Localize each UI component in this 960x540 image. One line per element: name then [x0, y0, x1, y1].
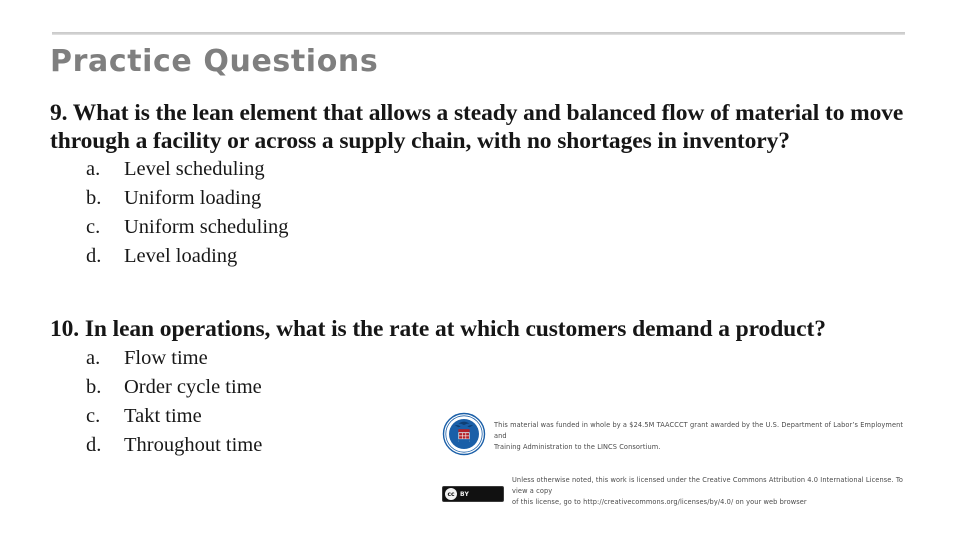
- option-marker: d.: [86, 245, 102, 267]
- creative-commons-icon[interactable]: cc BY: [442, 486, 504, 502]
- slide-canvas: Practice Questions 9. What is the lean e…: [0, 0, 960, 540]
- option-marker: c.: [86, 404, 101, 427]
- option-label: Uniform scheduling: [124, 216, 289, 238]
- footer-attribution: This material was funded in whole by a $…: [442, 412, 912, 508]
- option-label: Uniform loading: [124, 187, 262, 209]
- option-marker: a.: [86, 346, 101, 369]
- dol-seal-icon: [442, 412, 486, 456]
- grant-line-2: Training Administration to the LINCS Con…: [494, 443, 661, 451]
- grant-attribution-text: This material was funded in whole by a $…: [494, 412, 912, 453]
- option-marker: c.: [86, 216, 101, 238]
- license-attribution-text: Unless otherwise noted, this work is lic…: [512, 475, 912, 508]
- cc-by-mark: BY: [460, 490, 470, 498]
- license-line-1: Unless otherwise noted, this work is lic…: [512, 476, 903, 495]
- option-label: Flow time: [124, 346, 208, 369]
- question-prompt-10: 10. In lean operations, what is the rate…: [50, 316, 826, 342]
- option-marker: d.: [86, 433, 102, 456]
- option-marker: b.: [86, 187, 102, 209]
- question-block-9: 9. What is the lean element that allows …: [50, 100, 910, 271]
- title-divider-rule: [52, 32, 905, 35]
- grant-attribution-row: This material was funded in whole by a $…: [442, 412, 912, 456]
- slide-body: 9. What is the lean element that allows …: [50, 100, 910, 460]
- option-label: Level loading: [124, 245, 238, 267]
- list-item[interactable]: d. Level loading: [50, 242, 910, 271]
- option-label: Level scheduling: [124, 158, 265, 180]
- list-item[interactable]: c. Uniform scheduling: [50, 213, 910, 242]
- grant-line-1: This material was funded in whole by a $…: [494, 421, 904, 440]
- license-attribution-row: cc BY Unless otherwise noted, this work …: [442, 475, 912, 508]
- option-list-9: a. Level scheduling b. Uniform loading c…: [50, 155, 910, 271]
- list-item[interactable]: b. Order cycle time: [50, 373, 910, 402]
- option-marker: a.: [86, 158, 101, 180]
- list-item[interactable]: a. Flow time: [50, 344, 910, 373]
- page-title: Practice Questions: [50, 44, 379, 79]
- cc-mark: cc: [445, 488, 457, 500]
- license-line-2: of this license, go to http://creativeco…: [512, 498, 807, 506]
- list-item[interactable]: b. Uniform loading: [50, 184, 910, 213]
- option-label: Order cycle time: [124, 375, 262, 398]
- list-item[interactable]: a. Level scheduling: [50, 155, 910, 184]
- option-marker: b.: [86, 375, 102, 398]
- question-prompt-9: 9. What is the lean element that allows …: [50, 100, 904, 154]
